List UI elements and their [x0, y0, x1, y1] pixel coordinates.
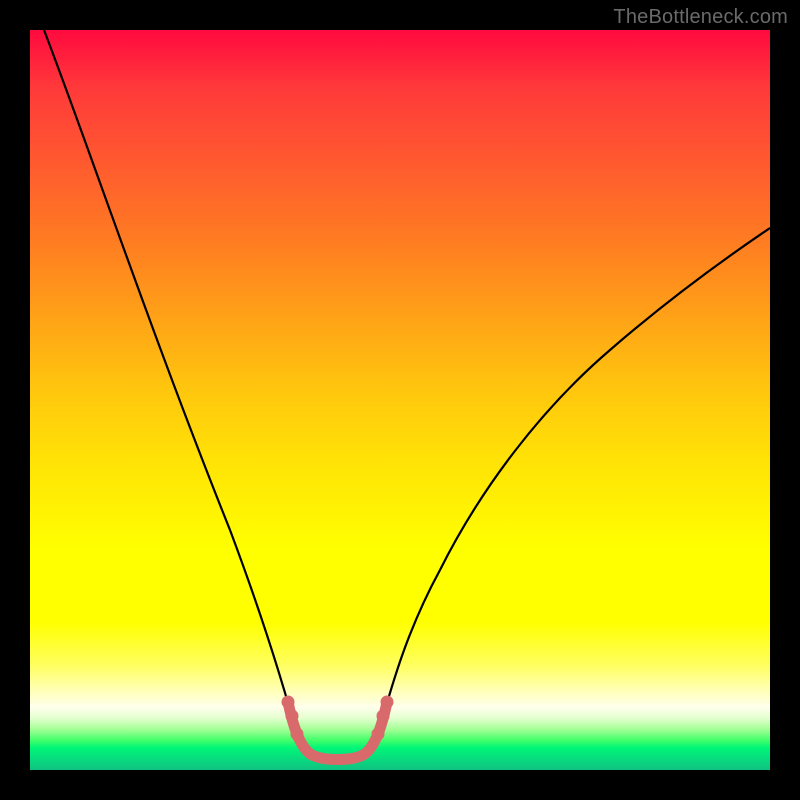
chart-frame: TheBottleneck.com	[0, 0, 800, 800]
plot-area	[30, 30, 770, 770]
optimal-basin-dots	[282, 696, 394, 741]
bottleneck-curve	[44, 30, 770, 759]
watermark-text: TheBottleneck.com	[613, 6, 788, 29]
curve-layer	[30, 30, 770, 770]
optimal-basin-highlight	[288, 702, 387, 760]
